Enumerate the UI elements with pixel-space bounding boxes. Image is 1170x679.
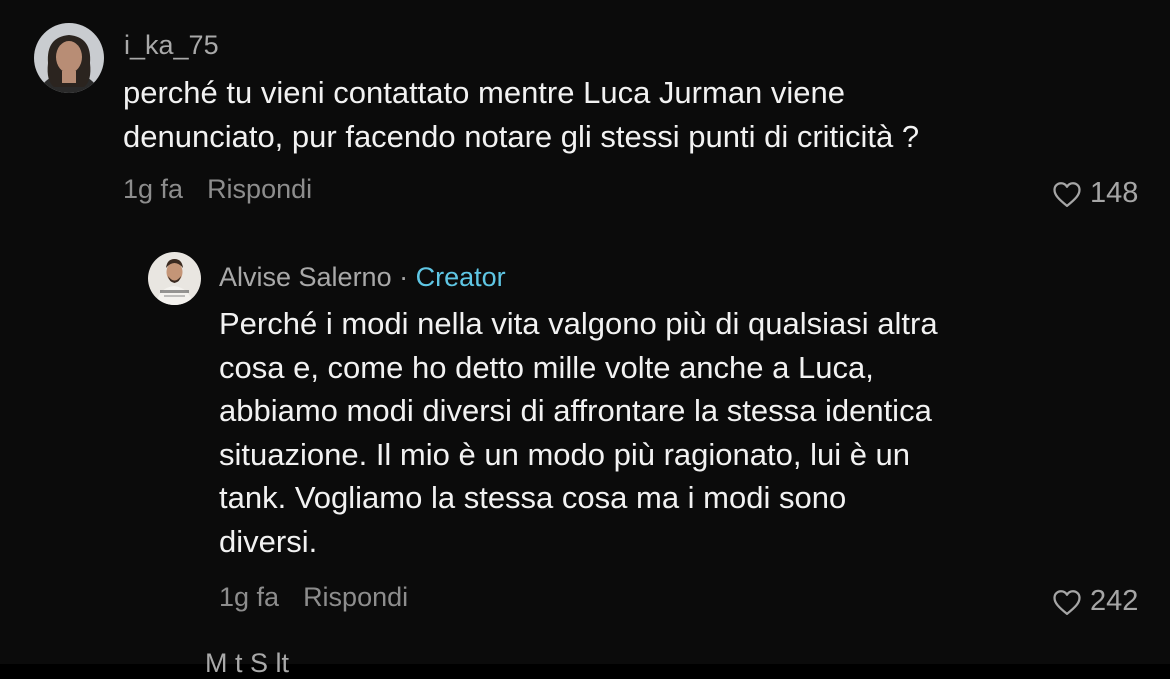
reply-text-line: tank. Vogliamo la stessa cosa ma i modi … <box>219 480 847 515</box>
reply-text-line: diversi. <box>219 523 318 559</box>
avatar-alvise-salerno[interactable] <box>148 252 201 305</box>
like-count: 148 <box>1090 177 1139 209</box>
like-button[interactable]: 148 <box>1052 177 1138 210</box>
reply-button[interactable]: Rispondi <box>207 174 312 204</box>
reply-username-row: Alvise Salerno · Creator <box>219 262 506 293</box>
comment-meta: 1g fa Rispondi <box>123 174 312 205</box>
reply-text-line: situazione. Il mio è un modo più ragiona… <box>219 436 911 472</box>
reply-button[interactable]: Rispondi <box>303 582 408 612</box>
comment-text-line: perché tu vieni contattato mentre Luca J… <box>123 75 846 110</box>
reply-timestamp: 1g fa <box>219 582 280 612</box>
comment-text-line: denunciato, pur facendo notare gli stess… <box>123 118 920 154</box>
reply-text: Perché i modi nella vita valgono più di … <box>219 302 938 563</box>
comment-text: perché tu vieni contattato mentre Luca J… <box>123 71 919 158</box>
avatar-i-ka-75[interactable] <box>34 23 104 93</box>
separator-dot: · <box>399 262 409 292</box>
reply-text-line: Perché i modi nella vita valgono più di … <box>219 306 938 341</box>
like-button[interactable]: 242 <box>1052 585 1138 618</box>
comment-username[interactable]: i_ka_75 <box>124 30 219 61</box>
heart-outline-icon <box>1053 589 1081 615</box>
reply-meta: 1g fa Rispondi <box>219 582 408 613</box>
creator-badge: Creator <box>415 262 506 292</box>
reply-username[interactable]: Alvise Salerno <box>219 262 392 292</box>
reply-text-line: cosa e, come ho detto mille volte anche … <box>219 349 874 385</box>
heart-outline-icon <box>1053 181 1081 207</box>
like-count: 242 <box>1090 585 1139 617</box>
comment-timestamp: 1g fa <box>123 174 184 204</box>
reply-text-line: abbiamo modi diversi di affrontare la st… <box>219 393 932 428</box>
